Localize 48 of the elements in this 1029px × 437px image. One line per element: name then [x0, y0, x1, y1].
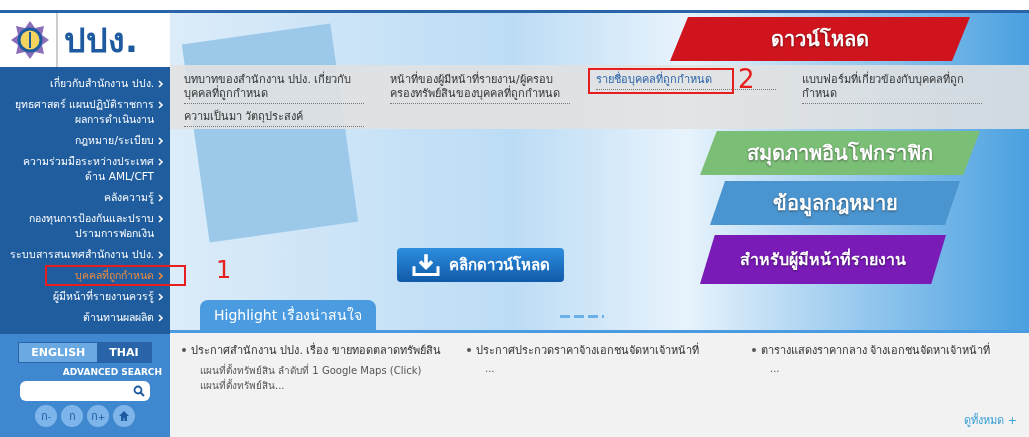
chevron-icon: [158, 158, 164, 166]
bullet-icon: [182, 348, 186, 352]
sidebar-item[interactable]: ระบบสารสนเทศสำนักงาน ปปง.: [10, 247, 154, 262]
sidebar-item[interactable]: กฎหมาย/ระเบียบ: [75, 133, 154, 148]
sidebar-item[interactable]: เกี่ยวกับสำนักงาน ปปง.: [50, 76, 154, 91]
sidebar-item[interactable]: กองทุนการป้องกันและปราบ ปรามการฟอกเงิน: [29, 211, 154, 241]
sidebar-item[interactable]: ความร่วมมือระหว่างประเทศ ด้าน AML/CFT: [23, 154, 154, 184]
news-title[interactable]: ประกาศประกวดราคาจ้างเอกชนจัดหาเจ้าหน้าที่: [476, 341, 699, 359]
chevron-icon: [158, 194, 164, 202]
chevron-icon: [158, 251, 164, 259]
dropdown-link[interactable]: ความเป็นมา วัตถุประสงค์: [184, 110, 304, 126]
news-title[interactable]: ประกาศสำนักงาน ปปง. เรื่อง ขายทอดตลาดทรัพย์สิน: [191, 341, 441, 359]
banner-tile[interactable]: ดาวน์โหลด: [670, 17, 970, 61]
annotation-number: 2: [738, 65, 755, 93]
bullet-icon: [752, 348, 756, 352]
sidebar-item[interactable]: ยุทธศาสตร์ แผนปฏิบัติราชการ ผลการดำเนินงาน: [14, 97, 154, 127]
search-field[interactable]: [20, 381, 150, 401]
dropdown-link[interactable]: บทบาทของสำนักงาน ปปง. เกี่ยวกับบุคคลที่ถูกกำหนด: [184, 73, 364, 103]
search-icon[interactable]: [133, 385, 145, 397]
chevron-icon: [158, 137, 164, 145]
news-summary: แผนที่ตั้งทรัพย์สิน ลำดับที่ 1 Google Maps (Click) แผนที่ตั้งทรัพย์สิน...: [199, 363, 423, 393]
news-title[interactable]: ตารางแสดงราคากลาง จ้างเอกชนจัดหาเจ้าหน้าที่: [761, 341, 991, 359]
advanced-search-link[interactable]: ADVANCED SEARCH: [62, 367, 162, 377]
chevron-icon: [158, 314, 164, 322]
home-button[interactable]: [113, 405, 135, 427]
download-icon: [411, 253, 441, 277]
news-summary: ...: [769, 363, 781, 374]
emblem-icon: [10, 20, 50, 60]
chevron-icon: [158, 80, 164, 88]
sidebar-item[interactable]: คลังความรู้: [104, 190, 154, 205]
language-tab[interactable]: THAI: [97, 343, 151, 362]
news-summary: ...: [484, 363, 496, 374]
chevron-icon: [158, 215, 164, 223]
dropdown-link[interactable]: รายชื่อบุคคลที่ถูกกำหนด: [596, 73, 712, 89]
dropdown-link[interactable]: หน้าที่ของผู้มีหน้าที่รายงาน/ผู้ครอบครองทรัพย์สินของบุคคลที่ถูกกำหนด: [390, 73, 570, 103]
download-button[interactable]: คลิกดาวน์โหลด: [397, 248, 564, 282]
banner-tile[interactable]: สำหรับผู้มีหน้าที่รายงาน: [700, 235, 946, 284]
sidebar-item[interactable]: ต้านทานผลผลิต: [83, 310, 154, 325]
home-icon: [118, 410, 130, 422]
slider-dots-icon[interactable]: [560, 315, 604, 318]
annotation-number: 1: [216, 257, 232, 283]
bullet-icon: [467, 348, 471, 352]
chevron-icon: [158, 293, 164, 301]
sidebar-item[interactable]: ผู้มีหน้าที่รายงานควรรู้: [53, 289, 154, 304]
font-size-button[interactable]: ก: [61, 405, 83, 427]
dropdown-link[interactable]: แบบฟอร์มที่เกี่ยวข้องกับบุคคลที่ถูกกำหนด: [802, 73, 982, 103]
chevron-icon: [158, 101, 164, 109]
chevron-icon: [158, 272, 164, 280]
